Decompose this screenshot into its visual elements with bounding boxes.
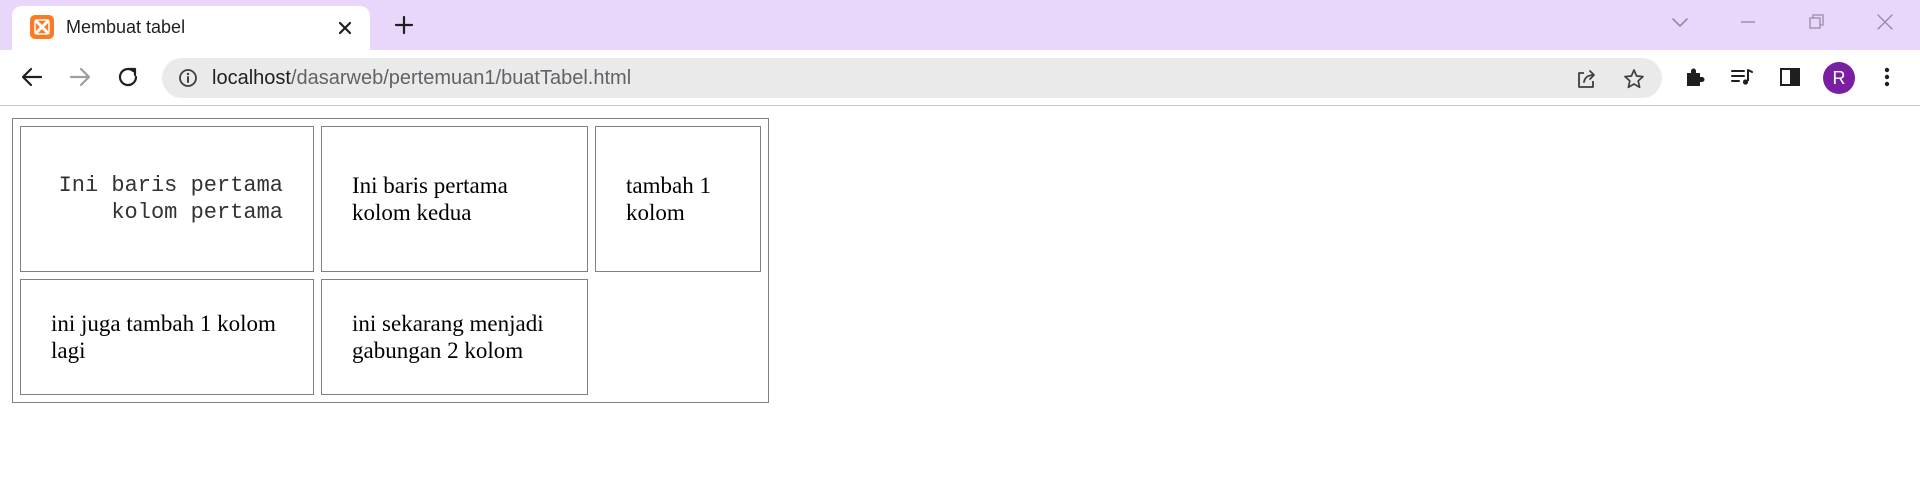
url-text: localhost/dasarweb/pertemuan1/buatTabel.… [212, 67, 631, 90]
table-row: ini juga tambah 1 kolom lagi ini sekaran… [20, 279, 761, 395]
table-cell: ini sekarang menjadi gabungan 2 kolom [321, 279, 588, 395]
close-window-icon[interactable] [1870, 10, 1900, 34]
media-queue-icon[interactable] [1727, 62, 1757, 92]
empty-table-cell [595, 279, 761, 395]
page-content: Ini baris pertama kolom pertama Ini bari… [0, 106, 1920, 485]
table-cell: Ini baris pertama kolom pertama [20, 126, 314, 272]
url-host: localhost [212, 67, 291, 89]
table-cell: Ini baris pertama kolom kedua [321, 126, 588, 272]
site-info-icon[interactable] [178, 68, 198, 88]
new-tab-icon[interactable] [392, 13, 416, 37]
browser-toolbar: localhost/dasarweb/pertemuan1/buatTabel.… [0, 50, 1920, 106]
address-bar[interactable]: localhost/dasarweb/pertemuan1/buatTabel.… [162, 58, 1662, 98]
share-icon[interactable] [1574, 67, 1598, 91]
tab-search-chevron-icon[interactable] [1665, 10, 1695, 34]
side-panel-icon[interactable] [1775, 62, 1805, 92]
table-row: Ini baris pertama kolom pertama Ini bari… [20, 126, 761, 272]
forward-icon[interactable] [65, 62, 95, 92]
xampp-icon [30, 15, 54, 39]
url-path: /dasarweb/pertemuan1/buatTabel.html [290, 67, 632, 89]
tab-close-icon[interactable] [334, 17, 356, 39]
demo-table: Ini baris pertama kolom pertama Ini bari… [12, 118, 769, 403]
profile-avatar[interactable]: R [1823, 62, 1855, 94]
menu-kebab-icon[interactable] [1872, 62, 1902, 92]
table-cell: ini juga tambah 1 kolom lagi [20, 279, 314, 395]
reload-icon[interactable] [113, 62, 143, 92]
table-cell: tambah 1 kolom [595, 126, 761, 272]
back-icon[interactable] [17, 62, 47, 92]
browser-tab[interactable]: Membuat tabel [12, 6, 370, 50]
extensions-icon[interactable] [1680, 62, 1710, 92]
tab-title: Membuat tabel [66, 17, 186, 37]
minimize-icon[interactable] [1733, 10, 1763, 34]
tab-strip: Membuat tabel [0, 0, 1920, 50]
restore-icon[interactable] [1801, 10, 1831, 34]
bookmark-star-icon[interactable] [1622, 67, 1646, 91]
